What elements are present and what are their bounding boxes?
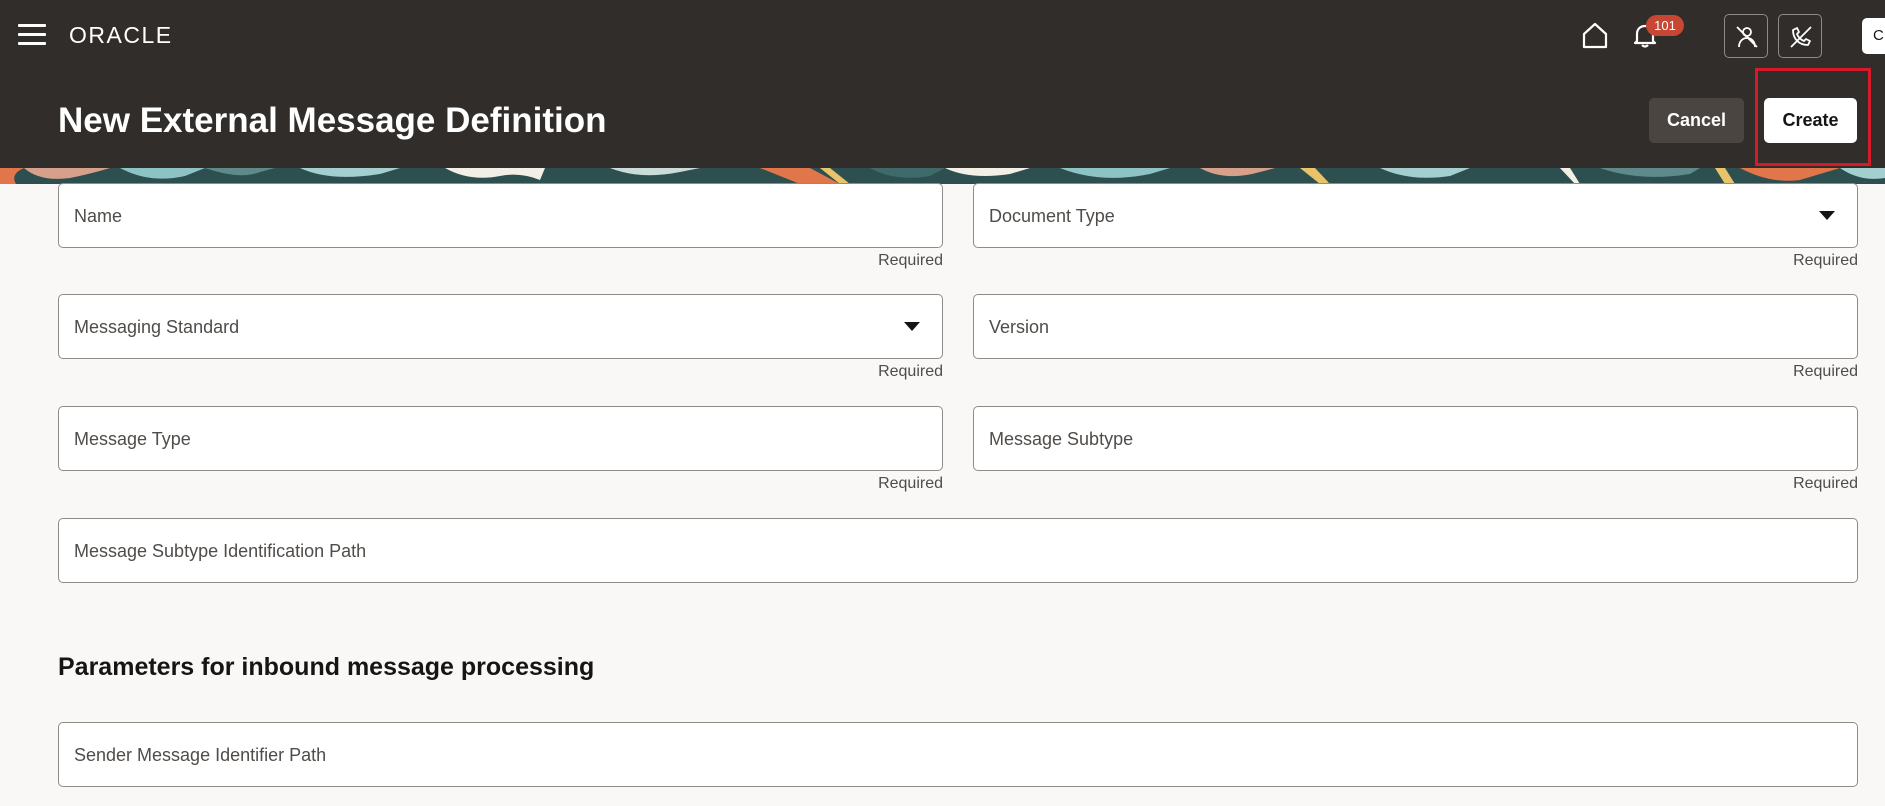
navigator-menu-icon[interactable] — [18, 24, 46, 46]
user-access-button[interactable] — [1724, 14, 1768, 58]
message-subtype-label: Message Subtype — [989, 429, 1134, 449]
version-required-hint: Required — [1793, 363, 1858, 380]
version-field[interactable]: Version — [973, 294, 1858, 359]
document-type-required-hint: Required — [1793, 252, 1858, 269]
messaging-standard-required-hint: Required — [878, 363, 943, 380]
name-field-label: Name — [74, 206, 123, 226]
document-type-label: Document Type — [989, 206, 1115, 226]
messaging-standard-label: Messaging Standard — [74, 317, 240, 337]
inbound-parameters-heading: Parameters for inbound message processin… — [58, 653, 595, 681]
oracle-logo: ORACLE — [69, 22, 173, 48]
phone-disconnected-button[interactable] — [1778, 14, 1822, 58]
sender-message-identifier-path-label: Sender Message Identifier Path — [74, 745, 327, 765]
decorative-banner — [0, 168, 1885, 184]
global-header: ORACLE 101 CI — [0, 0, 1885, 70]
message-subtype-field[interactable]: Message Subtype — [973, 406, 1858, 471]
message-subtype-identification-path-label: Message Subtype Identification Path — [74, 541, 367, 561]
message-subtype-identification-path-field[interactable]: Message Subtype Identification Path — [58, 518, 1858, 583]
person-slash-icon — [1736, 26, 1758, 48]
chevron-down-icon[interactable] — [1819, 211, 1835, 220]
version-field-label: Version — [989, 317, 1050, 337]
home-icon[interactable] — [1580, 20, 1610, 50]
message-type-label: Message Type — [74, 429, 191, 449]
name-required-hint: Required — [878, 252, 943, 269]
name-field[interactable]: Name — [58, 183, 943, 248]
phone-slash-icon — [1790, 26, 1812, 48]
cancel-button[interactable]: Cancel — [1649, 98, 1744, 143]
create-button[interactable]: Create — [1764, 98, 1857, 143]
document-type-select[interactable]: Document Type — [973, 183, 1858, 248]
notification-count-badge: 101 — [1646, 15, 1684, 36]
message-subtype-required-hint: Required — [1793, 475, 1858, 492]
messaging-standard-select[interactable]: Messaging Standard — [58, 294, 943, 359]
chevron-down-icon[interactable] — [904, 322, 920, 331]
message-type-field[interactable]: Message Type — [58, 406, 943, 471]
page-title: New External Message Definition — [58, 101, 607, 140]
message-type-required-hint: Required — [878, 475, 943, 492]
page-header: New External Message Definition Cancel C… — [0, 70, 1885, 168]
sender-message-identifier-path-field[interactable]: Sender Message Identifier Path — [58, 722, 1858, 787]
user-avatar[interactable]: CI — [1862, 18, 1885, 54]
